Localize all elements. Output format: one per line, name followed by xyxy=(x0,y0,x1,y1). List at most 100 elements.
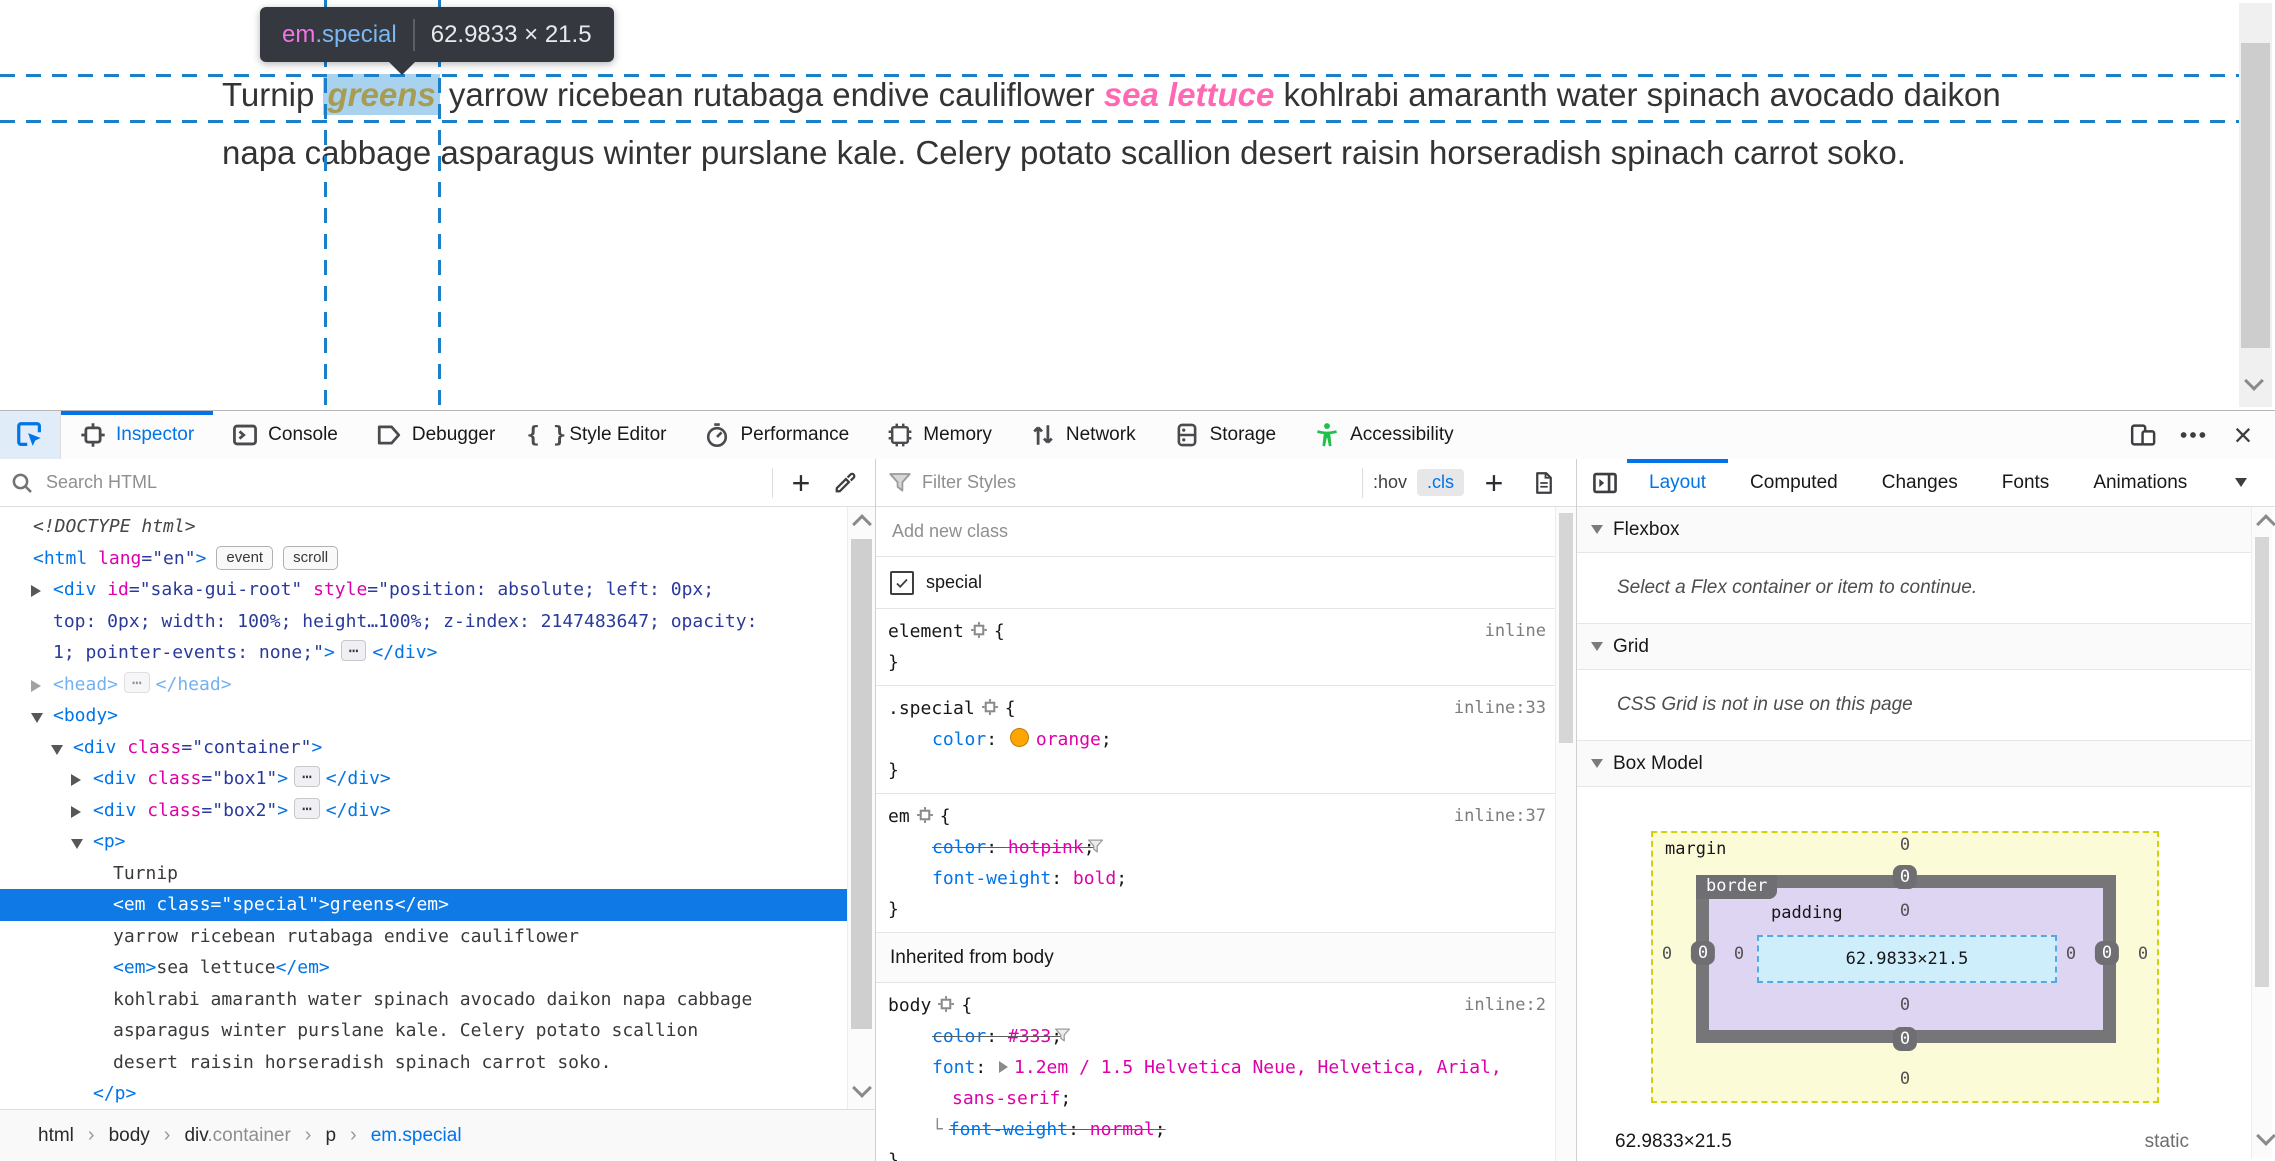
twisty-icon[interactable] xyxy=(31,585,41,597)
markup-tree-row-selected[interactable]: <em class="special">greens</em> xyxy=(0,889,848,921)
property-name[interactable]: color xyxy=(932,837,986,858)
markup-tree-row[interactable]: <div class="box1"> ⋯ </div> xyxy=(0,763,848,795)
inline-ellipsis-icon[interactable]: ⋯ xyxy=(294,766,320,787)
section-boxmodel-header[interactable]: Box Model xyxy=(1577,741,2252,787)
pseudo-class-hover-button[interactable]: :hov xyxy=(1373,472,1407,493)
rule-source-link[interactable]: inline:33 xyxy=(1454,693,1546,724)
border-right-value[interactable]: 0 xyxy=(2094,941,2120,965)
markup-tree-row[interactable]: <body> xyxy=(0,700,848,732)
responsive-design-mode-icon[interactable] xyxy=(2121,415,2165,455)
property-name[interactable]: color xyxy=(932,1026,986,1047)
css-declaration[interactable]: color: hotpink; xyxy=(888,832,1544,863)
rule-source-link[interactable]: inline:37 xyxy=(1454,801,1546,832)
tab-computed[interactable]: Computed xyxy=(1728,459,1860,506)
property-name[interactable]: color xyxy=(932,729,986,750)
markup-scrollbar-thumb[interactable] xyxy=(851,539,872,1029)
border-left-value[interactable]: 0 xyxy=(1690,941,1716,965)
rules-scrollbar-thumb[interactable] xyxy=(1559,513,1573,743)
markup-tree-row[interactable]: kohlrabi amaranth water spinach avocado … xyxy=(0,984,848,1016)
css-declaration[interactable]: color: orange; xyxy=(888,724,1544,755)
breadcrumb-item-em-special[interactable]: em.special xyxy=(371,1125,462,1147)
tab-accessibility[interactable]: Accessibility xyxy=(1295,411,1472,459)
page-scroll-down-button[interactable] xyxy=(2244,371,2264,393)
markup-tree-row[interactable]: <html lang="en"> event scroll xyxy=(0,543,848,575)
overridden-filter-icon[interactable] xyxy=(1055,1023,1091,1042)
property-name[interactable]: font-weight xyxy=(932,868,1051,889)
markup-tree-row[interactable]: <em>sea lettuce</em> xyxy=(0,952,848,984)
margin-right-value[interactable]: 0 xyxy=(2138,944,2148,964)
node-badge[interactable]: scroll xyxy=(283,545,339,570)
margin-top-value[interactable]: 0 xyxy=(1900,835,1910,855)
close-devtools-icon[interactable]: × xyxy=(2221,415,2265,455)
box-model-content-box[interactable]: 62.9833×21.5 xyxy=(1757,935,2057,983)
markup-tree-row[interactable]: <head> ⋯ </head> xyxy=(0,669,848,701)
rules-scrollbar[interactable] xyxy=(1555,507,1576,1161)
rule-source-link[interactable]: inline:2 xyxy=(1464,990,1546,1021)
search-html-input[interactable] xyxy=(44,471,772,494)
tab-storage[interactable]: Storage xyxy=(1155,411,1296,459)
breadcrumb-item-body[interactable]: body xyxy=(109,1125,150,1147)
markup-tree-row[interactable]: asparagus winter purslane kale. Celery p… xyxy=(0,1015,848,1047)
tab-style-editor[interactable]: { } Style Editor xyxy=(514,411,685,459)
tab-console[interactable]: Console xyxy=(213,411,357,459)
tab-inspector[interactable]: Inspector xyxy=(61,411,214,459)
tab-performance[interactable]: Performance xyxy=(685,411,868,459)
twisty-icon[interactable] xyxy=(71,839,83,849)
markup-tree-row[interactable]: <p> xyxy=(0,826,848,858)
inline-ellipsis-icon[interactable]: ⋯ xyxy=(340,640,367,661)
property-value[interactable]: #333 xyxy=(1008,1026,1051,1047)
border-bottom-value[interactable]: 0 xyxy=(1892,1027,1918,1051)
property-name[interactable]: font-weight xyxy=(949,1119,1068,1140)
padding-top-value[interactable]: 0 xyxy=(1900,901,1910,921)
filter-styles-input[interactable] xyxy=(920,471,1354,494)
all-tabs-menu-icon[interactable] xyxy=(2231,459,2251,506)
breadcrumb-item-div[interactable]: div.container xyxy=(184,1125,290,1147)
tab-animations[interactable]: Animations xyxy=(2071,459,2209,506)
highlight-selector-icon[interactable] xyxy=(916,803,934,823)
eyedropper-icon[interactable] xyxy=(825,465,865,501)
twisty-icon[interactable] xyxy=(71,774,81,786)
property-value[interactable]: orange xyxy=(1036,729,1101,750)
tab-changes[interactable]: Changes xyxy=(1860,459,1980,506)
rule-source-link[interactable]: inline xyxy=(1485,616,1546,647)
breadcrumb-item-p[interactable]: p xyxy=(325,1125,336,1147)
markup-tree-row[interactable]: <div class="box2"> ⋯ </div> xyxy=(0,795,848,827)
markup-tree-row[interactable]: <!DOCTYPE html> xyxy=(0,511,848,543)
rule-selector[interactable]: element xyxy=(888,621,964,642)
rule-selector[interactable]: body xyxy=(888,995,931,1016)
markup-tree-row[interactable]: <div id="saka-gui-root" style="position:… xyxy=(0,574,848,606)
add-rule-button[interactable]: + xyxy=(1474,465,1514,501)
node-badge[interactable]: event xyxy=(216,545,274,570)
css-declaration[interactable]: font-weight: bold; xyxy=(888,863,1544,894)
padding-bottom-value[interactable]: 0 xyxy=(1900,995,1910,1015)
margin-left-value[interactable]: 0 xyxy=(1662,944,1672,964)
markup-tree-row[interactable]: desert raisin horseradish spinach carrot… xyxy=(0,1047,848,1079)
rule-selector[interactable]: .special xyxy=(888,698,975,719)
tab-network[interactable]: Network xyxy=(1011,411,1155,459)
markup-tree-row[interactable]: top: 0px; width: 100%; height…100%; z-in… xyxy=(0,606,848,638)
twisty-icon[interactable] xyxy=(31,679,41,692)
highlight-selector-icon[interactable] xyxy=(937,992,955,1012)
add-new-class-input[interactable] xyxy=(890,520,1126,543)
property-value[interactable]: hotpink xyxy=(1008,837,1084,858)
inline-ellipsis-icon[interactable]: ⋯ xyxy=(124,671,150,693)
tab-fonts[interactable]: Fonts xyxy=(1980,459,2072,506)
css-declaration[interactable]: font: 1.2em / 1.5 Helvetica Neue, Helvet… xyxy=(888,1052,1544,1114)
page-scrollbar-thumb[interactable] xyxy=(2241,43,2270,348)
markup-tree-row[interactable]: <div class="container"> xyxy=(0,732,848,764)
sidebar-toggle-icon[interactable] xyxy=(1583,459,1627,506)
stylesheet-icon[interactable] xyxy=(1524,465,1564,501)
markup-tree-row[interactable]: Turnip xyxy=(0,858,848,890)
css-declaration[interactable]: └ font-weight: normal; xyxy=(888,1114,1544,1145)
highlight-selector-icon[interactable] xyxy=(970,618,988,638)
twisty-icon[interactable] xyxy=(71,805,81,818)
markup-tree-row[interactable]: 1; pointer-events: none;"> ⋯ </div> xyxy=(0,637,848,669)
property-value[interactable]: normal xyxy=(1090,1119,1155,1140)
tab-debugger[interactable]: Debugger xyxy=(357,411,514,459)
markup-tree-row[interactable]: yarrow ricebean rutabaga endive cauliflo… xyxy=(0,921,848,953)
overridden-filter-icon[interactable] xyxy=(1087,834,1124,853)
meatball-menu-icon[interactable] xyxy=(2171,415,2215,455)
tab-layout[interactable]: Layout xyxy=(1627,459,1729,506)
class-panel-toggle-button[interactable]: .cls xyxy=(1417,469,1464,496)
pick-element-button[interactable] xyxy=(0,411,61,459)
